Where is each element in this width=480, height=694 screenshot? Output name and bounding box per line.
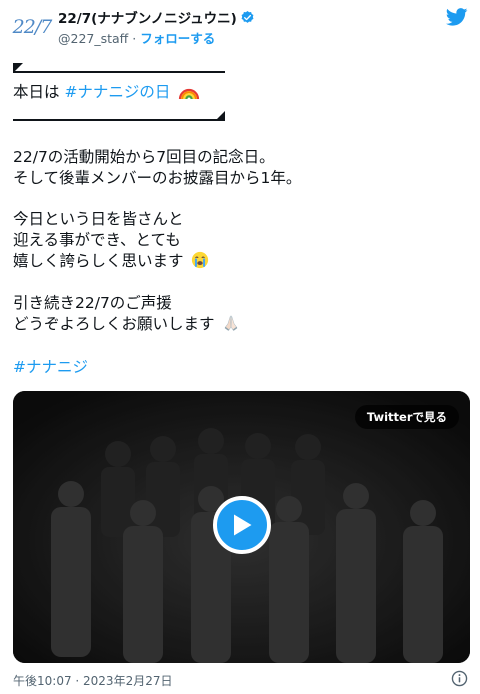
tweet-line: そして後輩メンバーのお披露目から1年。 bbox=[13, 169, 302, 187]
hashtag-nananiji-day[interactable]: #ナナニジの日 bbox=[64, 83, 170, 101]
watch-on-twitter-button[interactable]: Twitterで見る bbox=[354, 405, 459, 429]
tweet-line: 嬉しく誇らしく思います bbox=[13, 252, 184, 270]
tweet-text-day-prefix: 本日は bbox=[13, 83, 65, 101]
tweet-line: 引き続き22/7のご声援 bbox=[13, 294, 172, 312]
tweet-line: 迎える事ができ、とても bbox=[13, 231, 181, 249]
hashtag-nananiji[interactable]: #ナナニジ bbox=[13, 357, 463, 378]
info-icon[interactable] bbox=[451, 670, 468, 687]
divider-top-corner bbox=[13, 63, 23, 73]
twitter-bird-icon[interactable] bbox=[446, 8, 468, 26]
display-name-row[interactable]: 22/7(ナナブンノニジュウニ) bbox=[58, 7, 255, 27]
verified-badge-icon bbox=[241, 10, 254, 23]
play-button[interactable] bbox=[213, 496, 271, 554]
divider-top bbox=[13, 71, 225, 73]
rainbow-emoji-icon bbox=[179, 88, 200, 100]
separator: · bbox=[128, 31, 141, 46]
tweet-line-with-emoji: 嬉しく誇らしく思います bbox=[13, 251, 463, 272]
play-icon bbox=[234, 514, 252, 536]
folded-hands-emoji-icon bbox=[225, 315, 238, 331]
tweet-line: 今日という日を皆さんと bbox=[13, 210, 184, 228]
display-name[interactable]: 22/7(ナナブンノニジュウニ) bbox=[58, 7, 237, 27]
loudly-crying-emoji-icon bbox=[192, 251, 209, 269]
handle-row: @227_staff · フォローする bbox=[58, 28, 215, 47]
video-player[interactable]: Twitterで見る bbox=[13, 391, 470, 663]
divider-bottom bbox=[13, 119, 225, 121]
tweet-line-with-emoji: どうぞよろしくお願いします bbox=[13, 314, 463, 335]
follow-button[interactable]: フォローする bbox=[140, 31, 215, 46]
tweet-embed-card: 22/7 22/7(ナナブンノニジュウニ) @227_staff · フォローす… bbox=[0, 0, 480, 694]
tweet-line: 22/7の活動開始から7回目の記念日。 bbox=[13, 148, 275, 166]
tweet-line: どうぞよろしくお願いします bbox=[13, 315, 215, 333]
avatar[interactable]: 22/7 bbox=[12, 7, 53, 47]
avatar-logo: 22/7 bbox=[12, 15, 53, 38]
handle[interactable]: @227_staff bbox=[58, 31, 128, 46]
tweet-line-day: 本日は #ナナニジの日 bbox=[13, 82, 463, 103]
divider-bottom-corner bbox=[215, 111, 225, 121]
tweet-timestamp[interactable]: 午後10:07 · 2023年2月27日 bbox=[13, 672, 172, 689]
